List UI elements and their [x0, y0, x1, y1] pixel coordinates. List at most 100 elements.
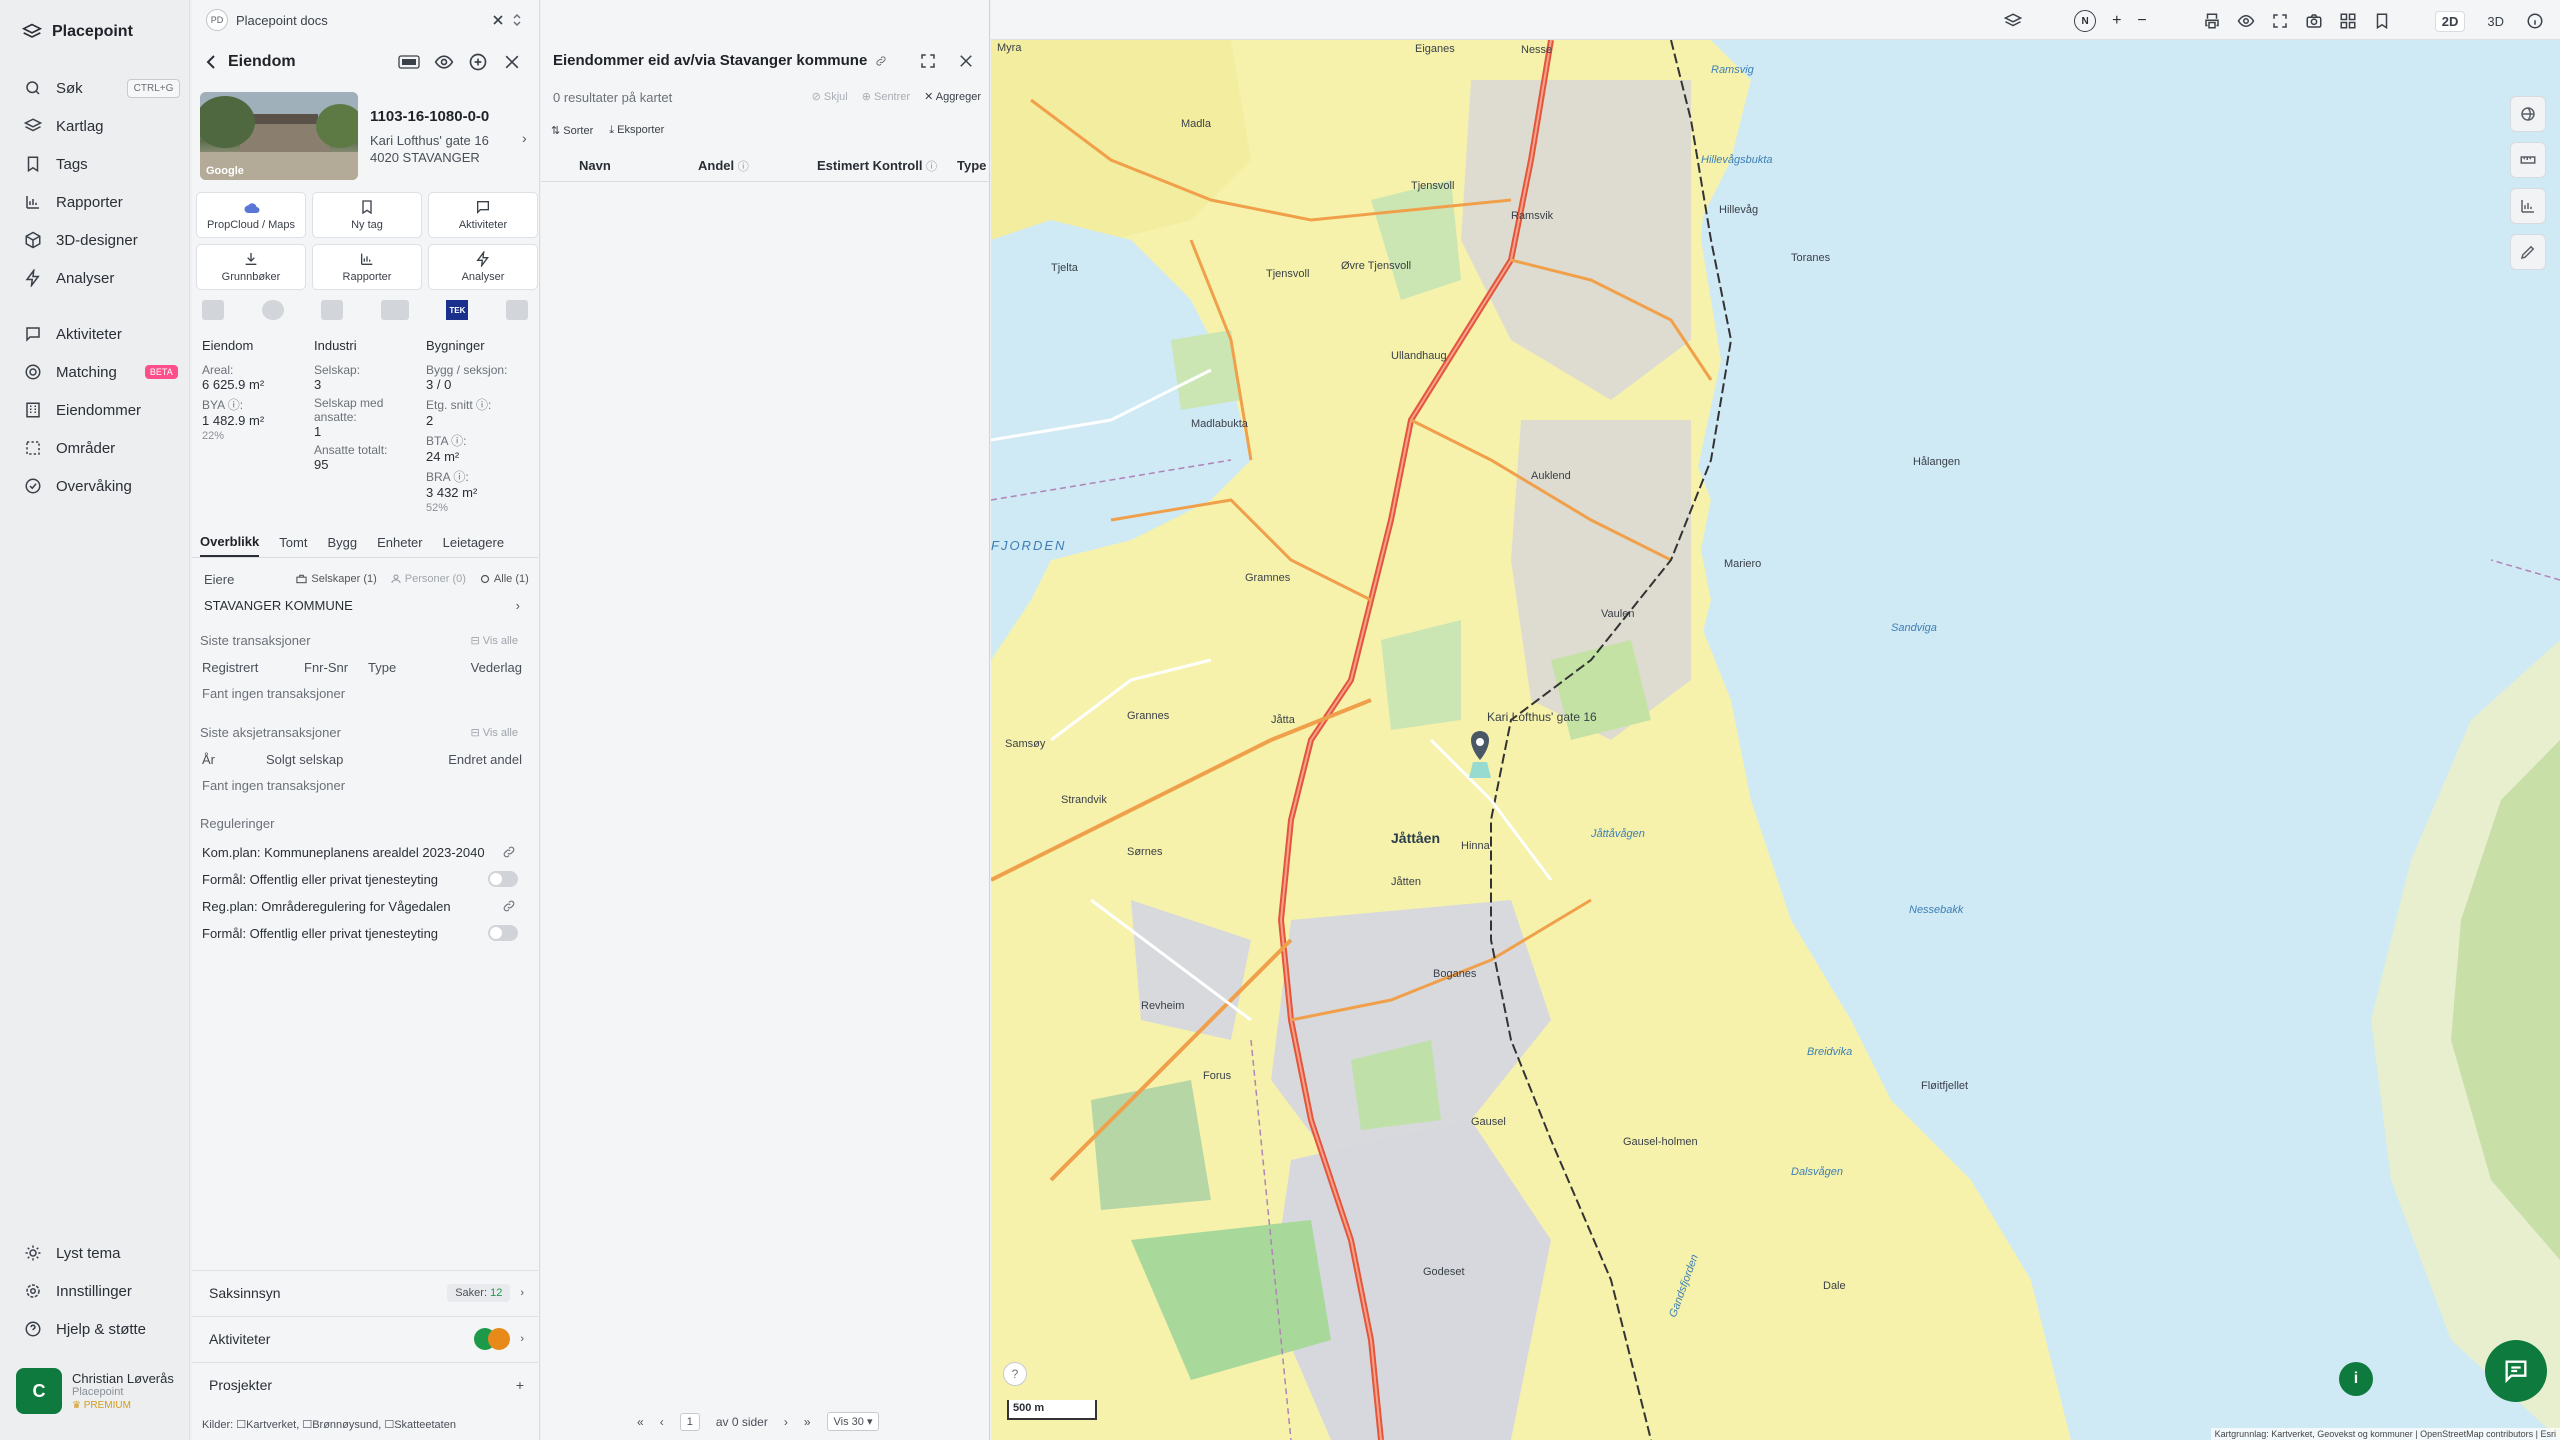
compass-north-icon[interactable]: N	[2074, 10, 2097, 32]
info-icon[interactable]	[2526, 12, 2544, 30]
nav-item-kartlag[interactable]: Kartlag	[24, 110, 104, 142]
map-chart-tool-icon[interactable]	[2510, 188, 2546, 224]
tab-enheter[interactable]: Enheter	[377, 535, 423, 556]
col-navn[interactable]: Navn	[579, 158, 611, 173]
sort-button[interactable]: ⇅ Sorter	[551, 124, 593, 137]
back-icon[interactable]	[204, 54, 218, 70]
zoom-out-icon[interactable]: −	[2137, 12, 2146, 30]
camera-icon[interactable]	[2305, 12, 2323, 30]
nav-item-aktiviteter[interactable]: Aktiviteter	[24, 318, 122, 350]
expand-icon[interactable]	[919, 52, 937, 70]
map-help-icon[interactable]: ?	[1003, 1362, 1027, 1386]
analyses-button[interactable]: Analyser	[428, 244, 538, 290]
tab-leietagere[interactable]: Leietagere	[443, 535, 504, 556]
view-2d-button[interactable]: 2D	[2434, 10, 2466, 32]
accordion-prosjekter[interactable]: Prosjekter +	[192, 1362, 538, 1406]
nav-item-lyst-tema[interactable]: Lyst tema	[24, 1237, 120, 1269]
regulation-row[interactable]: Reg.plan: Områderegulering for Vågedalen	[200, 896, 530, 916]
nav-item-hjelp[interactable]: Hjelp & støtte	[24, 1313, 146, 1345]
last-page-icon[interactable]: »	[804, 1415, 811, 1429]
link-icon[interactable]	[875, 55, 887, 67]
map-info-icon[interactable]: i	[2339, 1362, 2373, 1396]
prev-page-icon[interactable]: ‹	[660, 1415, 664, 1429]
nav-item-matching[interactable]: Matching BETA	[24, 356, 178, 388]
view-all-share-transactions[interactable]: ⊟ Vis alle	[470, 726, 518, 739]
activities-button[interactable]: Aktiviteter	[428, 192, 538, 238]
user-profile[interactable]: C Christian Løverås Placepoint ♛ PREMIUM	[16, 1368, 174, 1414]
zoom-in-icon[interactable]: +	[2112, 12, 2121, 30]
regulation-row[interactable]: Kom.plan: Kommuneplanens arealdel 2023-2…	[200, 842, 530, 862]
results-table-header: Navn Andel ⓘ Estimert Kontroll ⓘ Type	[541, 150, 990, 182]
center-button[interactable]: ⊕ Sentrer	[862, 90, 910, 103]
regulation-toggle[interactable]	[488, 871, 518, 887]
nav-item-3d-designer[interactable]: 3D-designer	[24, 224, 138, 256]
nav-item-overvaking[interactable]: Overvåking	[24, 470, 132, 502]
property-photo[interactable]: Google	[200, 92, 358, 180]
nav-item-tags[interactable]: Tags	[24, 148, 88, 180]
nav-item-innstillinger[interactable]: Innstillinger	[24, 1275, 132, 1307]
year-1901-icon[interactable]	[398, 55, 420, 69]
tab-tomt[interactable]: Tomt	[279, 535, 307, 556]
link-icon[interactable]	[502, 845, 516, 859]
close-icon[interactable]	[957, 52, 975, 70]
chevron-updown-icon[interactable]	[512, 13, 522, 27]
view-3d-button[interactable]: 3D	[2481, 12, 2510, 31]
doc-tab[interactable]: PD Placepoint docs	[206, 8, 522, 32]
tab-overblikk[interactable]: Overblikk	[200, 534, 260, 557]
chat-support-icon[interactable]	[2485, 1340, 2547, 1402]
reports-button[interactable]: Rapporter	[312, 244, 422, 290]
filter-companies[interactable]: Selskaper (1)	[296, 573, 377, 585]
nav-item-omrader[interactable]: Områder	[24, 432, 115, 464]
nav-item-sok[interactable]: Søk CTRL+G	[24, 72, 181, 104]
map-measure-tool-icon[interactable]	[2510, 142, 2546, 178]
export-button[interactable]: ⤓ Eksporter	[609, 124, 664, 137]
nav-item-analyser[interactable]: Analyser	[24, 262, 114, 294]
tek-badge[interactable]: TEK	[446, 300, 469, 320]
add-circle-icon[interactable]	[468, 52, 488, 72]
page-input[interactable]: 1	[679, 1412, 700, 1431]
accordion-aktiviteter[interactable]: Aktiviteter ›	[192, 1316, 538, 1360]
buildings-badge-icon[interactable]	[380, 300, 409, 320]
nav-item-rapporter[interactable]: Rapporter	[24, 186, 123, 218]
new-tag-button[interactable]: Ny tag	[312, 192, 422, 238]
next-page-icon[interactable]: ›	[784, 1415, 788, 1429]
aggregate-button[interactable]: ✕ Aggreger	[924, 90, 981, 103]
hide-button[interactable]: ⊘ Skjul	[812, 90, 848, 103]
eye-icon[interactable]	[2237, 12, 2255, 30]
map-layers-tool-icon[interactable]	[2510, 96, 2546, 132]
chevron-right-icon[interactable]: ›	[522, 130, 527, 146]
owner-row[interactable]: STAVANGER KOMMUNE ›	[200, 594, 530, 616]
grid-badge-icon[interactable]	[202, 300, 224, 320]
col-andel[interactable]: Andel ⓘ	[698, 158, 749, 174]
close-panel-icon[interactable]	[502, 52, 522, 72]
filter-persons[interactable]: Personer (0)	[391, 573, 466, 585]
accordion-saksinnsyn[interactable]: Saksinnsyn Saker: 12 ›	[192, 1270, 538, 1314]
per-page-select[interactable]: Vis 30 ▾	[826, 1412, 880, 1431]
fullscreen-icon[interactable]	[2271, 12, 2289, 30]
brand-logo[interactable]: Placepoint	[22, 22, 133, 42]
link-icon[interactable]	[502, 899, 516, 913]
nav-item-eiendommer[interactable]: Eiendommer	[24, 394, 141, 426]
first-page-icon[interactable]: «	[637, 1415, 644, 1429]
col-type[interactable]: Type	[957, 158, 986, 173]
layers-stack-icon[interactable]	[2004, 12, 2023, 30]
regulation-toggle[interactable]	[488, 925, 518, 941]
map-draw-tool-icon[interactable]	[2510, 234, 2546, 270]
eye-icon[interactable]	[434, 52, 454, 72]
accordion-right: Saker: 12 ›	[447, 1283, 524, 1302]
print-icon[interactable]	[2203, 12, 2221, 30]
map-canvas[interactable]: Myra Madla Tjensvoll Hinna Jåttåvågen Jå…	[991, 40, 2560, 1440]
industry-badge-icon[interactable]	[321, 300, 344, 320]
propcloud-button[interactable]: PropCloud / Maps	[196, 192, 306, 238]
globe-badge-icon[interactable]	[261, 300, 284, 320]
close-icon[interactable]	[492, 14, 504, 26]
add-project-button[interactable]: +	[516, 1377, 524, 1393]
bookmark-icon[interactable]	[2373, 12, 2391, 30]
house-badge-icon[interactable]	[505, 300, 528, 320]
view-all-transactions[interactable]: ⊟ Vis alle	[470, 634, 518, 647]
tab-bygg[interactable]: Bygg	[327, 535, 357, 556]
grid-icon[interactable]	[2339, 12, 2357, 30]
grunnboker-button[interactable]: Grunnbøker	[196, 244, 306, 290]
filter-all[interactable]: Alle (1)	[480, 573, 529, 585]
col-estimert-kontroll[interactable]: Estimert Kontroll ⓘ	[817, 158, 937, 174]
